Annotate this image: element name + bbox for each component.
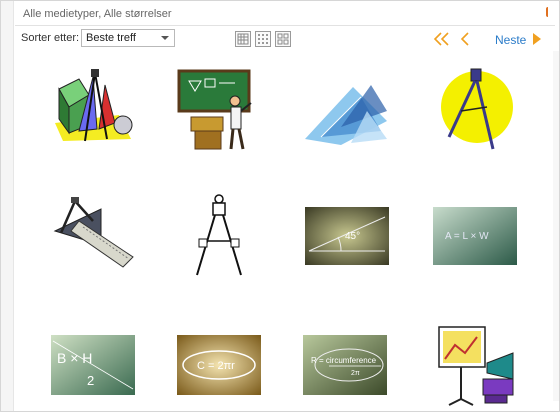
next-page-icon[interactable] — [532, 32, 542, 46]
result-thumbnail[interactable] — [49, 191, 137, 279]
result-thumbnail[interactable] — [431, 319, 519, 407]
svg-text:2π: 2π — [351, 370, 360, 377]
compass-yellow-circle-icon — [441, 68, 513, 150]
next-page-link[interactable]: Neste — [495, 33, 526, 47]
view-large-icons-button[interactable] — [235, 31, 251, 47]
l-times-w-photo-icon: A = L × W — [433, 207, 517, 265]
media-filter-text: Alle medietyper, Alle størrelser — [23, 8, 172, 20]
svg-text:2: 2 — [87, 373, 94, 388]
result-thumbnail[interactable] — [175, 67, 263, 155]
chevron-down-icon — [161, 36, 169, 40]
svg-text:A = L × W: A = L × W — [445, 231, 489, 242]
angle-45-photo-icon: 45° — [305, 207, 389, 265]
grid-large-icon — [237, 33, 249, 45]
sort-label: Sorter etter: — [21, 32, 80, 44]
pi-formula-photo-icon: C = 2πr — [177, 335, 261, 395]
result-thumbnail[interactable] — [431, 67, 519, 155]
media-filter-bar[interactable]: Alle medietyper, Alle størrelser — [15, 3, 555, 26]
result-thumbnail[interactable]: A = L × W — [431, 191, 519, 279]
sort-selected-value: Beste treff — [86, 32, 136, 44]
clipart-results-pane: Alle medietyper, Alle størrelser Sorter … — [0, 0, 560, 412]
b-times-h-photo-icon: B × H 2 — [51, 335, 135, 395]
filter-corner-icon — [546, 7, 553, 17]
left-divider — [1, 1, 14, 411]
result-thumbnail[interactable]: C = 2πr — [175, 319, 263, 407]
sort-dropdown[interactable]: Beste treff — [81, 29, 175, 47]
grid-quad-icon — [277, 33, 289, 45]
previous-page-icon[interactable] — [459, 32, 471, 46]
first-page-icon[interactable] — [433, 32, 451, 46]
compass-set-squares-icon — [53, 197, 134, 268]
result-thumbnail[interactable]: B × H 2 — [49, 319, 137, 407]
presentation-projector-icon — [438, 326, 514, 406]
svg-text:R = circumference: R = circumference — [311, 356, 377, 365]
svg-text:B × H: B × H — [57, 350, 92, 366]
result-thumbnail[interactable]: R = circumference 2π — [301, 319, 389, 407]
result-thumbnail[interactable]: 45° — [301, 191, 389, 279]
svg-text:C = 2πr: C = 2πr — [197, 360, 235, 372]
grid-small-icon — [258, 34, 268, 44]
view-small-icons-button[interactable] — [255, 31, 271, 47]
drawing-compass-icon — [196, 194, 242, 276]
svg-text:45°: 45° — [345, 231, 360, 242]
view-details-button[interactable] — [275, 31, 291, 47]
result-thumbnail[interactable] — [301, 67, 389, 155]
blue-triangles-photo-icon — [305, 85, 387, 145]
geometry-shapes-icon — [55, 69, 133, 142]
result-thumbnail[interactable] — [175, 191, 263, 279]
result-thumbnail[interactable] — [49, 67, 137, 155]
circumference-photo-icon: R = circumference 2π — [303, 335, 387, 395]
teacher-chalkboard-icon — [177, 69, 252, 150]
scroll-gutter[interactable] — [553, 51, 559, 401]
